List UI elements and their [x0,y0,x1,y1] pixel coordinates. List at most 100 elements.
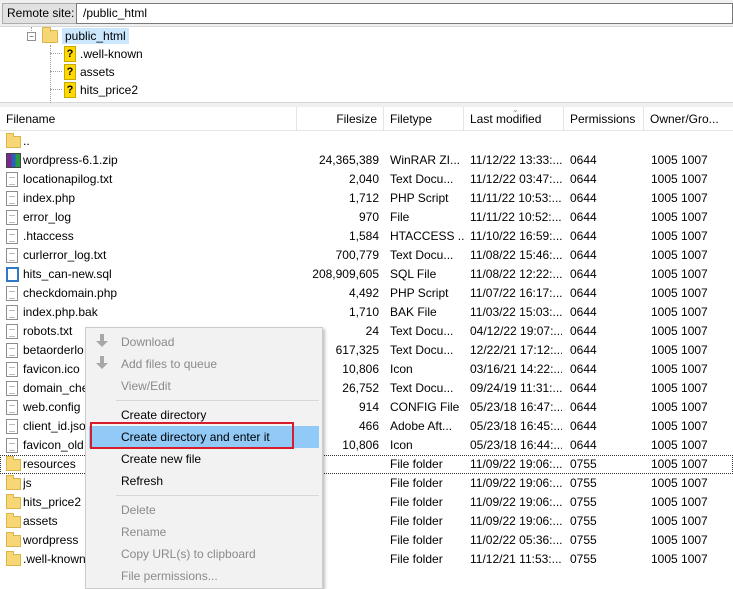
file-modified: 11/12/21 11:53:... [470,552,562,566]
remote-path-input[interactable]: /public_html [76,3,733,24]
file-name: .htaccess [23,229,74,243]
menu-rename[interactable]: Rename [89,521,319,543]
folder-icon [6,494,21,509]
file-modified: 11/09/22 19:06:... [470,476,562,490]
menu-copy-url[interactable]: Copy URL(s) to clipboard [89,543,319,565]
file-icon [6,343,18,358]
file-permissions: 0644 [570,324,597,338]
file-icon [6,381,18,396]
file-row[interactable]: index.php.bak 1,710 BAK File 11/03/22 15:03… [0,303,733,322]
folder-icon [6,456,21,471]
file-permissions: 0644 [570,191,597,205]
column-permissions[interactable]: Permissions [564,107,644,131]
file-permissions: 0644 [570,381,597,395]
menu-add-files-to-queue[interactable]: Add files to queue [89,353,319,375]
menu-download[interactable]: Download [89,331,319,353]
file-type: Icon [390,438,413,452]
file-size: 1,584 [348,229,379,243]
column-filename[interactable]: Filename [0,107,297,131]
file-type [390,132,464,151]
file-owner: 1005 1007 [651,533,708,547]
file-permissions: 0755 [570,476,597,490]
menu-refresh[interactable]: Refresh [89,470,319,492]
file-row[interactable]: .htaccess 1,584 HTACCESS ... 11/10/22 16:59… [0,227,733,246]
file-type: File [390,210,410,224]
file-permissions: 0644 [570,210,597,224]
file-owner: 1005 1007 [651,552,708,566]
tree-node-assets[interactable]: ? assets [64,63,115,81]
menu-separator [116,495,319,496]
file-owner: 1005 1007 [651,476,708,490]
file-modified: 11/02/22 05:36:... [470,533,562,547]
file-owner: 1005 1007 [651,495,708,509]
file-type: Text Docu... [390,381,454,395]
folder-icon [6,513,21,528]
file-type: HTACCESS ... [390,229,464,243]
menu-create-directory[interactable]: Create directory [89,404,319,426]
file-modified: 11/10/22 16:59:... [470,229,562,243]
file-size: 208,909,605 [312,267,379,281]
file-type: File folder [390,514,443,528]
file-owner: 1005 1007 [651,248,708,262]
file-type: File folder [390,552,443,566]
file-size: 1,712 [348,191,379,205]
file-owner: 1005 1007 [651,457,708,471]
tree-node-well-known[interactable]: ? .well-known [64,45,143,63]
menu-file-permissions[interactable]: File permissions... [89,565,319,587]
column-owner-group[interactable]: Owner/Gro... [644,107,733,131]
menu-create-directory-and-enter[interactable]: Create directory and enter it [89,426,319,448]
file-modified: 05/23/18 16:45:... [470,419,562,433]
sql-file-icon [6,267,19,282]
file-modified: 05/23/18 16:47:... [470,400,562,414]
file-icon [6,419,18,434]
file-type: File folder [390,457,443,471]
tree-node-label: .well-known [80,47,143,61]
tree-node-label: assets [80,65,115,79]
file-row[interactable]: locationapilog.txt 2,040 Text Docu... 11/12… [0,170,733,189]
menu-create-new-file[interactable]: Create new file [89,448,319,470]
file-size: 24,365,389 [318,153,379,167]
file-owner: 1005 1007 [651,381,708,395]
file-row[interactable]: hits_can-new.sql 208,909,605 SQL File 11/08… [0,265,733,284]
file-modified: 11/08/22 12:22:... [470,267,562,281]
file-name: hits_can-new.sql [23,267,112,281]
file-icon [6,305,18,320]
tree-node-public-html[interactable]: public_html [42,26,129,45]
menu-delete[interactable]: Delete [89,499,319,521]
file-modified: 11/11/22 10:53:... [470,191,562,205]
file-row[interactable]: .. [0,132,733,151]
file-row[interactable]: index.php 1,712 PHP Script 11/11/22 10:53:.… [0,189,733,208]
file-name: .. [23,134,30,148]
file-size: 4,492 [348,286,379,300]
folder-icon [6,133,21,148]
file-row[interactable]: checkdomain.php 4,492 PHP Script 11/07/22 1… [0,284,733,303]
winrar-archive-icon [6,153,21,168]
file-size: 700,779 [335,248,379,262]
file-modified: 05/23/18 16:44:... [470,438,562,452]
tree-node-label: hits_price2 [80,83,139,97]
collapse-expander-icon[interactable]: − [27,32,36,41]
file-list-header: Filename Filesize Filetype Last modified… [0,107,733,131]
file-permissions: 0755 [570,495,597,509]
file-name: curlerror_log.txt [23,248,107,262]
file-owner [651,132,733,151]
file-modified: 11/08/22 15:46:... [470,248,562,262]
file-row[interactable]: curlerror_log.txt 700,779 Text Docu... 11/0… [0,246,733,265]
column-filetype[interactable]: Filetype [384,107,464,131]
file-icon [6,286,18,301]
directory-tree[interactable]: − public_html ? .well-known ? assets ? h… [0,26,733,103]
menu-view-edit[interactable]: View/Edit [89,375,319,397]
menu-separator [116,400,319,401]
tree-node-hits-price2[interactable]: ? hits_price2 [64,81,138,99]
file-modified: 11/11/22 10:52:... [470,210,562,224]
file-row[interactable]: wordpress-6.1.zip 24,365,389 WinRAR ZI... 1… [0,151,733,170]
file-row[interactable]: error_log 970 File 11/11/22 10:52:... 0644 10… [0,208,733,227]
unknown-folder-icon: ? [64,46,76,62]
sort-descending-icon: ⌄ [512,105,519,114]
file-permissions: 0644 [570,400,597,414]
file-icon [6,229,18,244]
column-filesize[interactable]: Filesize [297,107,384,131]
file-icon [6,324,18,339]
file-modified: 11/12/22 13:33:... [470,153,562,167]
file-name: index.php [23,191,76,205]
